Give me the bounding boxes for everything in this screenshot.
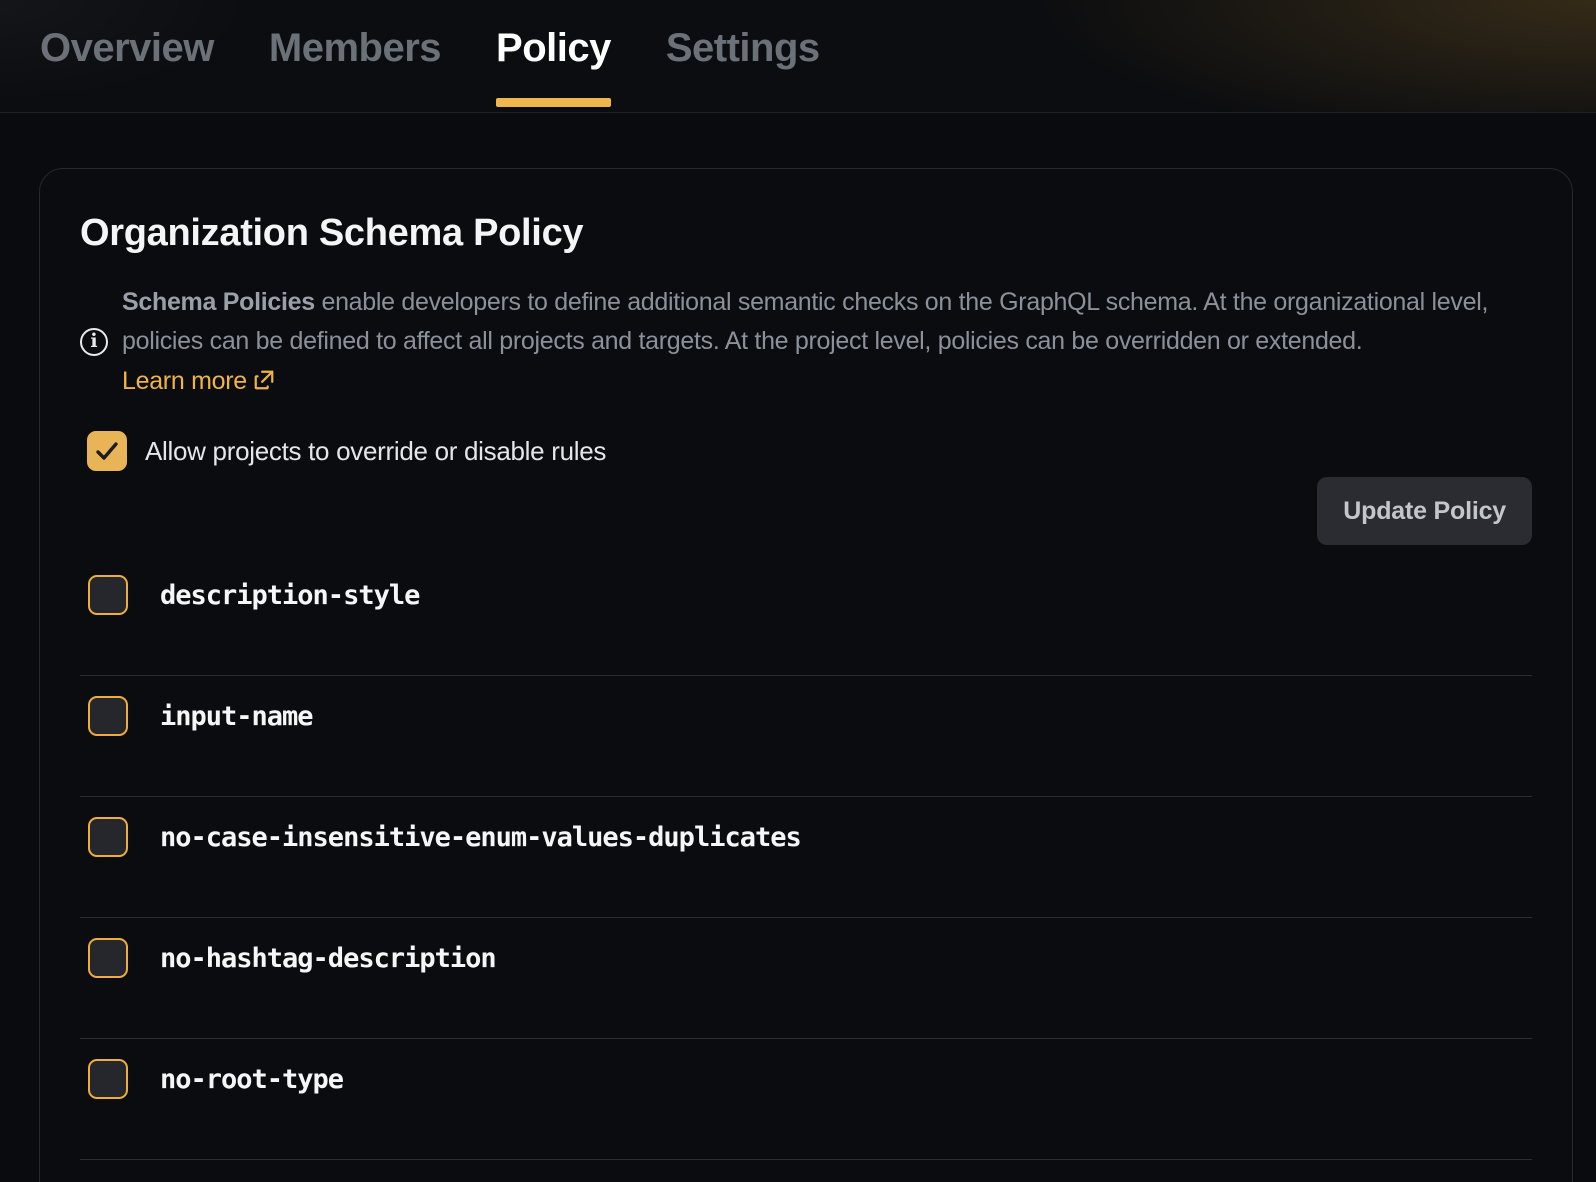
info-icon: i [80,328,108,356]
learn-more-label: Learn more [122,367,247,395]
rule-name: no-root-type [160,1064,343,1095]
tab-settings[interactable]: Settings [666,0,820,112]
description-body: enable developers to define additional s… [122,288,1488,356]
policy-card: Organization Schema Policy i Schema Poli… [39,168,1573,1182]
description-lead: Schema Policies [122,288,315,316]
rule-checkbox[interactable] [88,938,128,978]
tab-overview[interactable]: Overview [40,0,214,112]
allow-override-label: Allow projects to override or disable ru… [145,436,606,467]
rule-checkbox[interactable] [88,1059,128,1099]
policy-description-text: Schema Policies enable developers to def… [122,283,1514,402]
rule-row: no-root-type [80,1039,1532,1160]
rule-name: no-hashtag-description [160,943,496,974]
policy-description-callout: i Schema Policies enable developers to d… [80,283,1532,402]
rule-checkbox[interactable] [88,817,128,857]
rule-row: no-case-insensitive-enum-values-duplicat… [80,797,1532,918]
rule-row: input-name [80,676,1532,797]
external-link-icon [253,369,275,391]
rule-checkbox[interactable] [88,696,128,736]
learn-more-link[interactable]: Learn more [122,367,275,395]
rule-checkbox[interactable] [88,575,128,615]
org-tabs-bar: Overview Members Policy Settings [0,0,1596,113]
rules-list: description-style input-name no-case-insen… [80,555,1532,1160]
rule-name: input-name [160,701,313,732]
rule-name: no-case-insensitive-enum-values-duplicat… [160,822,801,853]
button-row: Update Policy [80,477,1532,545]
allow-override-row[interactable]: Allow projects to override or disable ru… [80,431,1532,471]
policy-page: Organization Schema Policy i Schema Poli… [0,168,1596,1182]
rule-row: no-hashtag-description [80,918,1532,1039]
rule-row: description-style [80,555,1532,676]
allow-override-checkbox[interactable] [87,431,127,471]
check-icon [95,441,119,461]
rule-name: description-style [160,580,419,611]
tab-policy[interactable]: Policy [496,0,611,112]
tab-list: Overview Members Policy Settings [0,0,1596,112]
tab-members[interactable]: Members [269,0,441,112]
update-policy-button[interactable]: Update Policy [1317,477,1532,545]
page-title: Organization Schema Policy [80,211,1532,257]
